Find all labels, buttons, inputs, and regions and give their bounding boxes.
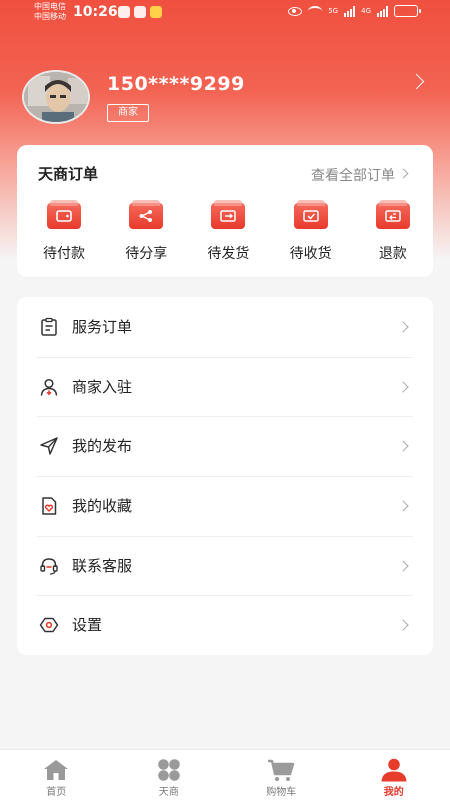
cart-icon <box>268 759 295 781</box>
avatar[interactable] <box>22 70 90 124</box>
order-status-label: 待分享 <box>125 246 168 262</box>
refund-icon <box>375 200 410 229</box>
network-type-2: 4G <box>361 7 371 15</box>
order-status-label: 待发货 <box>207 246 250 262</box>
tab-mine[interactable]: 我的 <box>338 750 450 800</box>
orders-title: 天商订单 <box>38 165 99 183</box>
clock: 10:26 <box>73 4 118 20</box>
battery-icon <box>394 5 421 17</box>
notification-icons <box>118 6 162 18</box>
chevron-right-icon <box>397 560 409 572</box>
grid-icon <box>157 759 180 781</box>
chevron-right-icon[interactable] <box>398 168 409 179</box>
menu-item-label: 服务订单 <box>72 318 133 336</box>
menu-item-merchant-signup[interactable]: 商家入驻 <box>17 356 433 417</box>
heart-doc-icon <box>42 497 57 515</box>
tab-tianshang[interactable]: 天商 <box>113 750 226 800</box>
network-type-1: 5G <box>328 7 339 15</box>
order-status-label: 待收货 <box>289 246 332 262</box>
system-icons: 5G 4G <box>288 5 421 17</box>
user-phone[interactable]: 150****9299 <box>107 73 245 95</box>
menu-item-my-posts[interactable]: 我的发布 <box>17 416 433 476</box>
order-status-pending-payment[interactable]: 待付款 <box>22 200 104 265</box>
send-icon <box>40 437 58 456</box>
order-status-refund[interactable]: 退款 <box>351 200 433 265</box>
chevron-right-icon <box>397 321 409 333</box>
carrier-1: 中国电信 <box>34 2 66 11</box>
eye-icon <box>288 6 303 16</box>
wifi-icon <box>308 6 323 16</box>
shield-icon <box>134 6 146 18</box>
order-status-row: 待付款 待分享 待发货 待收货 退款 <box>17 200 433 265</box>
chevron-right-icon <box>397 500 409 512</box>
menu-list: 服务订单 商家入驻 我的发布 我的收藏 联系客服 设置 <box>17 297 433 655</box>
signal-icon <box>344 5 356 17</box>
ship-icon <box>211 200 246 229</box>
menu-item-settings[interactable]: 设置 <box>17 595 433 655</box>
home-icon <box>44 760 69 780</box>
carrier-names: 中国电信 中国移动 <box>34 2 66 22</box>
menu-item-favorites[interactable]: 我的收藏 <box>17 476 433 536</box>
user-add-icon <box>40 378 58 396</box>
order-status-pending-receipt[interactable]: 待收货 <box>269 200 351 265</box>
view-all-orders-link[interactable]: 查看全部订单 <box>311 165 395 185</box>
signal-icon-2 <box>377 5 388 17</box>
bottom-tab-bar: 首页 天商 购物车 我的 <box>0 749 450 800</box>
chevron-right-icon <box>397 381 409 393</box>
headset-icon <box>40 557 58 575</box>
tab-label: 购物车 <box>266 787 297 798</box>
tab-label: 首页 <box>46 787 67 798</box>
menu-item-label: 我的发布 <box>72 437 133 456</box>
carrier-2: 中国移动 <box>34 12 66 21</box>
menu-item-label: 我的收藏 <box>72 497 133 516</box>
menu-item-service-orders[interactable]: 服务订单 <box>17 297 433 357</box>
menu-item-label: 联系客服 <box>72 556 133 575</box>
chevron-right-icon <box>397 619 409 632</box>
tab-home[interactable]: 首页 <box>0 750 113 800</box>
orders-card: 天商订单 查看全部订单 待付款 待分享 待发货 待收货 退款 <box>17 145 433 277</box>
menu-item-customer-service[interactable]: 联系客服 <box>17 535 433 596</box>
app-notification-icon <box>150 6 162 18</box>
wallet-icon <box>47 200 81 229</box>
order-status-pending-share[interactable]: 待分享 <box>104 200 186 265</box>
order-status-label: 待付款 <box>43 246 85 262</box>
role-badge: 商家 <box>107 104 149 122</box>
chevron-right-icon <box>397 440 409 453</box>
tab-label: 我的 <box>383 787 404 798</box>
share-icon <box>129 200 164 229</box>
status-bar: 中国电信 中国移动 10:26 5G 4G <box>0 0 450 26</box>
receive-icon <box>293 200 328 229</box>
order-status-label: 退款 <box>378 246 407 262</box>
order-status-pending-shipment[interactable]: 待发货 <box>186 200 268 265</box>
tab-cart[interactable]: 购物车 <box>225 750 338 800</box>
user-icon <box>381 758 407 782</box>
menu-item-label: 商家入驻 <box>72 377 133 396</box>
clipboard-icon <box>41 317 57 336</box>
message-icon <box>118 6 130 18</box>
settings-icon <box>39 618 59 633</box>
menu-item-label: 设置 <box>72 616 103 635</box>
tab-label: 天商 <box>158 787 179 798</box>
